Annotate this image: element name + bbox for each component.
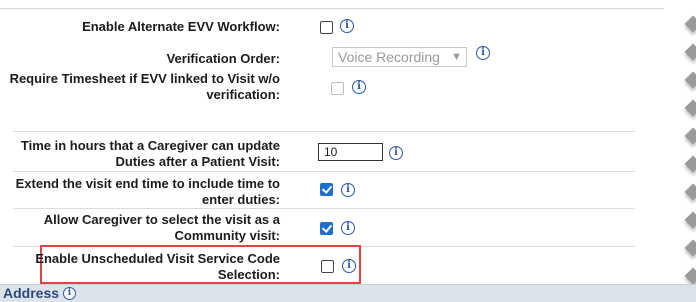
info-icon[interactable]: i xyxy=(341,221,355,235)
info-icon[interactable]: i xyxy=(352,80,366,94)
unscheduled-service-code-label: Enable Unscheduled Visit Service Code Se… xyxy=(35,251,280,282)
address-section-title: Address xyxy=(3,285,60,301)
info-icon[interactable]: i xyxy=(389,146,403,160)
enable-alt-evv-checkbox[interactable] xyxy=(320,21,333,34)
row-divider xyxy=(13,171,635,172)
verification-order-label: Verification Order: xyxy=(166,51,280,66)
info-icon[interactable]: i xyxy=(342,259,356,273)
enable-alt-evv-label: Enable Alternate EVV Workflow: xyxy=(82,19,280,34)
info-icon[interactable]: i xyxy=(476,46,490,60)
row-divider xyxy=(13,208,635,209)
unscheduled-service-code-checkbox[interactable] xyxy=(321,260,334,273)
extend-visit-end-checkbox[interactable] xyxy=(320,183,333,196)
settings-panel: Enable Alternate EVV Workflow: i Verific… xyxy=(0,0,664,284)
section-divider xyxy=(13,131,635,132)
verification-order-value: Voice Recording xyxy=(338,49,440,65)
address-section-header[interactable]: Address i xyxy=(0,284,696,302)
info-icon[interactable]: i xyxy=(341,183,355,197)
verification-order-select[interactable]: Voice Recording ▼ xyxy=(332,47,467,67)
chevron-down-icon: ▼ xyxy=(451,51,462,63)
community-visit-checkbox[interactable] xyxy=(320,222,333,235)
torn-edge-decoration xyxy=(666,0,696,284)
update-duties-hours-input[interactable]: 10 xyxy=(318,143,383,161)
top-divider xyxy=(0,8,664,9)
update-duties-hours-label: Time in hours that a Caregiver can updat… xyxy=(20,138,280,169)
require-timesheet-label: Require Timesheet if EVV linked to Visit… xyxy=(9,71,280,102)
info-icon[interactable]: i xyxy=(340,19,354,33)
extend-visit-end-label: Extend the visit end time to include tim… xyxy=(15,176,280,207)
require-timesheet-checkbox[interactable] xyxy=(331,82,344,95)
info-icon[interactable]: i xyxy=(63,287,76,300)
community-visit-label: Allow Caregiver to select the visit as a… xyxy=(43,212,280,243)
